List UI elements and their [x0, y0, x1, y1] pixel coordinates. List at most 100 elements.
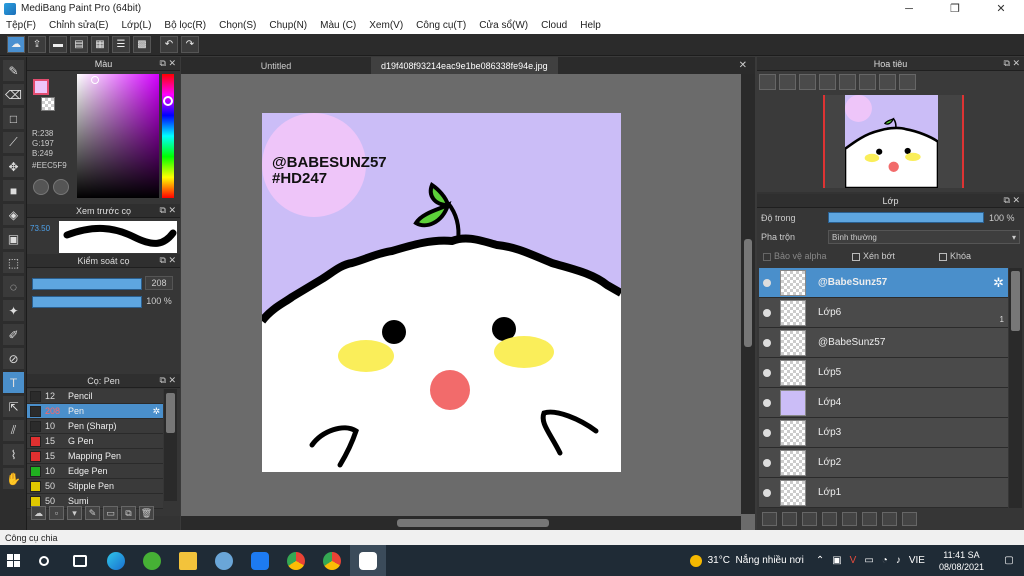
menu-edit[interactable]: Chỉnh sửa(E)	[49, 20, 109, 31]
merge-layer-icon[interactable]	[882, 512, 897, 526]
saturation-value-picker[interactable]	[77, 74, 159, 198]
lasso-tool-icon[interactable]: ◌	[3, 276, 24, 297]
chrome-profile-icon[interactable]	[314, 545, 350, 576]
menu-window[interactable]: Cửa sổ(W)	[479, 20, 528, 31]
menu-tools[interactable]: Công cụ(T)	[416, 20, 466, 31]
clipping-checkbox[interactable]: Xén bớt	[852, 251, 895, 261]
magic-wand-tool-icon[interactable]: ✦	[3, 300, 24, 321]
menu-help[interactable]: Help	[580, 20, 601, 31]
layer-row[interactable]: @BabeSunz57 ✲	[759, 268, 1008, 298]
windows-start-button[interactable]	[0, 545, 26, 576]
folder-tray-icon[interactable]: ▭	[864, 555, 873, 566]
edit-brush-icon[interactable]: ✎	[85, 506, 100, 520]
menu-view[interactable]: Xem(V)	[369, 20, 403, 31]
cloud-brush-icon[interactable]: ☁	[31, 506, 46, 520]
brush-size-slider[interactable]	[32, 278, 142, 290]
duplicate-brush-icon[interactable]: ⧉	[121, 506, 136, 520]
duplicate-layer-icon[interactable]	[862, 512, 877, 526]
brush-size-value[interactable]: 208	[145, 276, 173, 290]
close-button[interactable]: ✕	[978, 0, 1024, 17]
file-explorer-icon[interactable]	[170, 545, 206, 576]
search-icon[interactable]	[26, 545, 62, 576]
rotate-icon[interactable]	[879, 74, 896, 90]
brush-item[interactable]: 12 Pencil	[27, 389, 163, 404]
new-halftone-layer-icon[interactable]	[782, 512, 797, 526]
bucket-tool-icon[interactable]: ◈	[3, 204, 24, 225]
eraser-tool-icon[interactable]: ⌫	[3, 84, 24, 105]
panel-float-close-icon[interactable]: ⧉ ✕	[1004, 58, 1020, 69]
document-icon[interactable]: ▤	[70, 36, 88, 53]
visibility-eye-icon[interactable]	[763, 458, 771, 467]
background-color-swatch[interactable]	[41, 97, 55, 111]
panel-float-close-icon[interactable]: ⧉ ✕	[160, 255, 176, 266]
panel-float-close-icon[interactable]: ⧉ ✕	[160, 58, 176, 69]
layer-list-scrollbar[interactable]	[1009, 268, 1022, 508]
drawing-canvas[interactable]: @BABESUNZ57 #HD247	[262, 113, 621, 472]
cloud-icon[interactable]: ☁	[7, 36, 25, 53]
shape-tool-icon[interactable]: □	[3, 108, 24, 129]
new-layer-folder-icon[interactable]	[802, 512, 817, 526]
vivaldi-icon[interactable]: V	[850, 555, 857, 566]
input-language[interactable]: VIE	[909, 555, 925, 566]
weather-widget[interactable]: 31°C Nắng nhiều nơi	[689, 554, 804, 567]
add-layer-menu-icon[interactable]	[822, 512, 837, 526]
visibility-eye-icon[interactable]	[763, 428, 771, 437]
undo-icon[interactable]: ↶	[160, 36, 178, 53]
layer-row[interactable]: Lớp4	[759, 388, 1008, 418]
brush-item[interactable]: 50 Stipple Pen	[27, 479, 163, 494]
close-tab-icon[interactable]: ✕	[739, 57, 755, 74]
blend-mode-select[interactable]: Bình thường ▾	[828, 230, 1020, 244]
menu-select[interactable]: Chọn(S)	[219, 20, 256, 31]
visibility-eye-icon[interactable]	[763, 338, 771, 347]
task-view-icon[interactable]	[62, 545, 98, 576]
flip-icon[interactable]	[899, 74, 916, 90]
gear-icon[interactable]: ✲	[152, 406, 160, 417]
share-icon[interactable]: ⇪	[28, 36, 46, 53]
layer-row[interactable]: @BabeSunz57	[759, 328, 1008, 358]
canvas-horizontal-scrollbar[interactable]	[181, 516, 741, 530]
gradient-tool-icon[interactable]: ▣	[3, 228, 24, 249]
layer-row[interactable]: Lớp2	[759, 448, 1008, 478]
green-app-icon[interactable]	[134, 545, 170, 576]
panel-float-close-icon[interactable]: ⧉ ✕	[160, 375, 176, 386]
zoom-in-icon[interactable]	[759, 74, 776, 90]
panel-float-close-icon[interactable]: ⧉ ✕	[160, 205, 176, 216]
list-icon[interactable]: ☰	[112, 36, 130, 53]
delete-layer-icon[interactable]	[902, 512, 917, 526]
select-rect-tool-icon[interactable]: ⬚	[3, 252, 24, 273]
add-brush-icon[interactable]: ▾	[67, 506, 82, 520]
brush-item[interactable]: 15 G Pen	[27, 434, 163, 449]
grid-icon[interactable]: ▩	[133, 36, 151, 53]
visibility-eye-icon[interactable]	[763, 368, 771, 377]
tab-untitled[interactable]: Untitled	[181, 57, 371, 74]
notes-icon[interactable]: ▦	[91, 36, 109, 53]
visibility-eye-icon[interactable]	[763, 488, 771, 497]
menu-color[interactable]: Màu (C)	[320, 20, 356, 31]
fit-screen-icon[interactable]	[799, 74, 816, 90]
palette-icon[interactable]	[33, 179, 49, 195]
brush-tool-icon[interactable]: ✎	[3, 60, 24, 81]
clock[interactable]: 11:41 SA 08/08/2021	[939, 549, 984, 573]
edge-browser-icon[interactable]	[98, 545, 134, 576]
brush-item-active[interactable]: 208 Pen ✲	[27, 404, 163, 419]
menu-filter[interactable]: Bộ lọc(R)	[164, 20, 206, 31]
layer-row[interactable]: Lớp1	[759, 478, 1008, 508]
select-pen-tool-icon[interactable]: ✐	[3, 324, 24, 345]
fit-window-icon[interactable]	[859, 74, 876, 90]
tray-chevron-icon[interactable]: ⌃	[816, 555, 824, 566]
brush-item[interactable]: 10 Edge Pen	[27, 464, 163, 479]
zalo-icon[interactable]	[242, 545, 278, 576]
layer-row[interactable]: Lớp6 1	[759, 298, 1008, 328]
redo-icon[interactable]: ↷	[181, 36, 199, 53]
menu-file[interactable]: Tệp(F)	[6, 20, 36, 31]
zoom-magnify-icon[interactable]	[779, 74, 796, 90]
panel-float-close-icon[interactable]: ⧉ ✕	[1004, 195, 1020, 206]
menu-snap[interactable]: Chụp(N)	[269, 20, 307, 31]
hue-slider[interactable]	[162, 74, 174, 198]
wifi-icon[interactable]: ◔	[882, 555, 888, 566]
volume-icon[interactable]: ♪	[896, 555, 901, 566]
brush-list-scrollbar[interactable]	[164, 389, 177, 501]
medibang-taskbar-icon[interactable]	[350, 545, 386, 576]
folder-icon[interactable]	[842, 512, 857, 526]
notification-icon[interactable]: ▢	[994, 555, 1024, 566]
